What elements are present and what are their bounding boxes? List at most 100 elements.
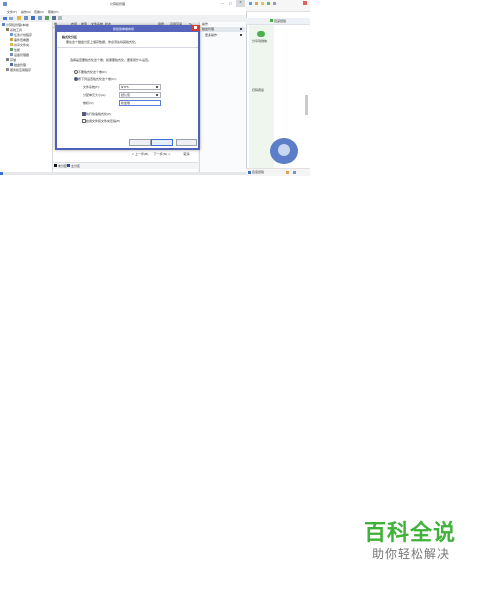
actions-group-label: 磁盘管理 [202,27,215,31]
chevron-down-icon [156,86,158,88]
maximize-button[interactable]: □ [229,1,232,5]
back-arrow-icon[interactable] [3,17,7,20]
volume-label-label: 卷标(V): [83,101,95,105]
device-icon [10,53,13,56]
wizard-prompt: 选择是否要格式化这个卷；如果要格式化，要使用什么设置。 [70,58,152,62]
primary-partition-swatch-icon [67,164,70,167]
menu-help[interactable]: 帮助(H) [48,10,59,14]
properties-icon[interactable] [38,16,42,20]
allocation-value: 默认值 [121,93,131,97]
browser-scrollbar[interactable] [305,95,308,115]
chevron-down-icon [156,94,158,96]
browser-status-bar: 百度经验 [246,168,310,176]
cancel-button-label: 取消 [183,152,190,156]
wizard-header: 格式化分区 要在这个磁盘分区上储存数据，你必须先将其格式化。 [57,32,198,48]
home-icon[interactable] [249,2,252,5]
show-hide-tree-icon[interactable] [24,16,28,20]
volume-label-input[interactable]: 新加卷 [119,100,161,106]
radio-format-label: 按下列设置格式化这个卷(O): [78,77,117,81]
tree-root-label: 计算机管理(本地) [6,23,30,27]
disk-icon [10,63,13,66]
watermark-subtitle: 助你轻松解决 [372,547,451,561]
quick-format-label: 执行快速格式化(P) [86,112,112,116]
tools-icon [6,28,9,31]
filesystem-select[interactable]: NTFS [119,84,161,90]
allocation-select[interactable]: 默认值 [119,92,161,98]
wechat-logo-icon[interactable] [257,31,265,37]
chevron-up-icon [240,28,242,30]
taskbar-app-icon[interactable] [0,172,3,175]
close-button[interactable]: ✕ [236,0,245,7]
menu-view[interactable]: 查看(V) [34,10,44,14]
menu-icon[interactable] [273,2,276,5]
help-icon[interactable] [31,16,35,20]
volume-label-value: 新加卷 [121,101,131,105]
browser-tab[interactable]: 百度经验 [274,19,286,23]
storage-icon [6,58,9,61]
next-button-label: 下一步(N) > [153,152,171,156]
back-button[interactable]: < 上一步(B) [129,139,151,156]
download-icon[interactable] [286,171,289,174]
zoom-icon[interactable] [293,171,296,174]
browser-toolbar [246,0,310,12]
actions-header: 操作 [202,22,209,26]
back-button-label: < 上一步(B) [131,152,149,156]
chevron-right-icon [240,34,242,36]
delete-icon[interactable] [58,16,62,20]
close-icon[interactable] [303,1,307,5]
performance-icon [10,48,13,51]
tree-item-label: 系统工具 [10,28,23,32]
wizard-close-button[interactable] [191,25,200,31]
actions-group[interactable]: 磁盘管理 [199,27,245,32]
floating-assistant[interactable] [270,138,298,164]
filesystem-label: 文件系统(F): [83,85,101,89]
unallocated-swatch-icon [54,164,57,167]
legend-unallocated: 未分配 [58,164,68,168]
allocation-label: 分配单元大小(A): [83,93,107,97]
tree-item-label: 任务计划程序 [14,33,33,37]
tree-item-label: 共享文件夹 [14,43,30,47]
share-panel-text: 扫码阅读 [252,88,265,92]
browser-status-label: 百度经验 [252,170,265,174]
wizard-title: 新建简单卷向导 [113,27,135,31]
refresh-icon[interactable] [45,16,49,20]
app-icon [3,2,7,6]
next-button[interactable]: 下一步(N) > [151,139,173,156]
radio-no-format-label: 不要格式化这个卷(D) [78,70,107,74]
minimize-button[interactable]: — [221,1,224,5]
export-list-icon[interactable] [52,16,56,20]
tab-favicon-icon [270,19,273,22]
actions-pane: 操作 [199,22,246,172]
menu-file[interactable]: 文件(F) [7,10,17,14]
tree-item-label: 事件查看器 [14,38,30,42]
compression-label: 启用文件和文件夹压缩(E) [86,119,121,123]
forward-arrow-icon[interactable] [9,17,13,20]
wizard-title-bar[interactable]: 新建简单卷向导 [55,25,200,32]
clock-icon [10,33,13,36]
legend-primary: 主分区 [71,164,81,168]
event-log-icon [10,38,13,41]
tree-item-label: 设备管理器 [14,53,30,57]
up-folder-icon[interactable] [17,16,21,20]
actions-more-label: 更多操作 [205,33,218,37]
computer-icon [2,23,5,26]
menu-action[interactable]: 操作(A) [21,10,31,14]
browser-tab-bar: 百度经验 [246,18,310,25]
tree-item-label: 性能 [14,48,21,52]
tree-item-label: 服务和应用程序 [10,68,32,72]
filesystem-value: NTFS [121,85,129,89]
watermark-title: 百科全说 [364,521,457,546]
cancel-button[interactable]: 取消 [176,139,197,156]
folder-icon [10,43,13,46]
navigation-tree: 计算机管理(本地) 系统工具 任务计划程序 事件查看器 共享文件夹 性能 设备管… [0,22,53,172]
tree-item-label: 存储 [10,58,17,62]
window-title: 计算机管理 [110,2,126,6]
wizard-description: 要在这个磁盘分区上储存数据，你必须先将其格式化。 [66,40,139,44]
share-panel-label: 分享到微信 [252,39,268,43]
tools-icon[interactable] [267,2,270,5]
disk-legend: 未分配 主分区 [53,162,198,169]
wizard-body [57,32,198,148]
refresh-icon[interactable] [255,2,258,5]
favorites-icon[interactable] [261,2,264,5]
tree-item-label: 磁盘管理 [14,63,27,67]
